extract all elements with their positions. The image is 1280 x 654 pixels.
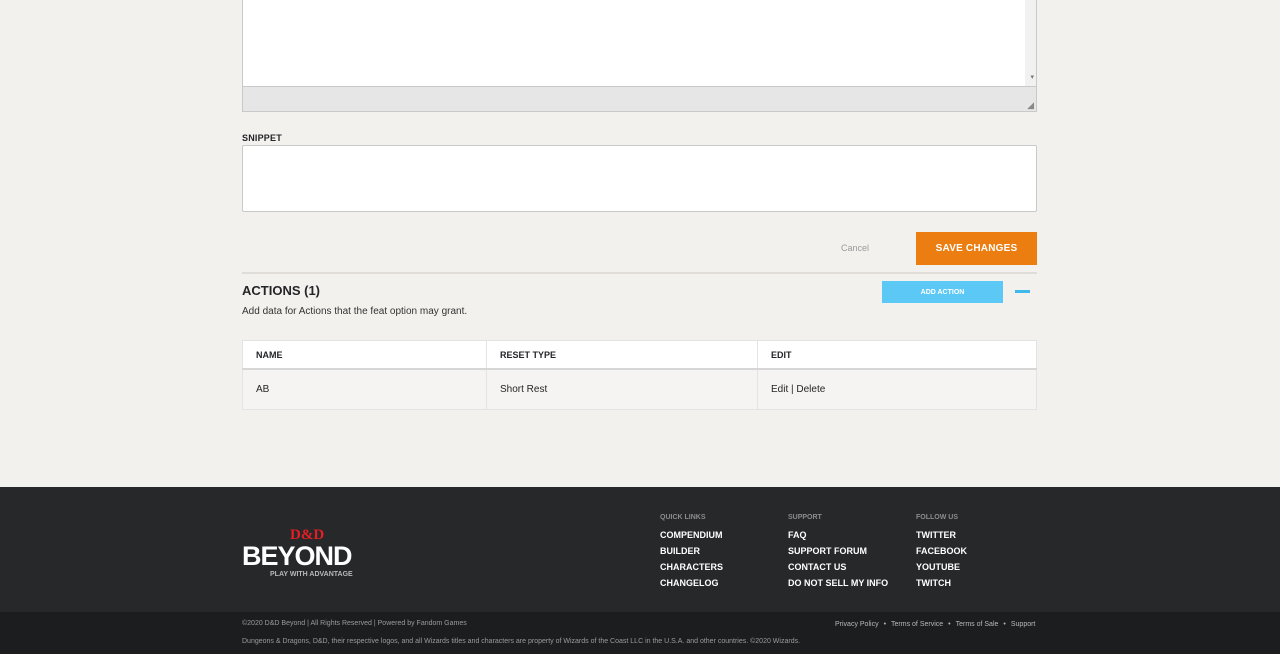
snippet-label: SNIPPET [242,133,282,143]
footer-link-faq[interactable]: FAQ [788,530,888,546]
description-editor[interactable]: ▾ [242,0,1037,87]
bullet-separator: • [948,621,951,628]
save-changes-button[interactable]: SAVE CHANGES [916,232,1037,265]
legal-text: Dungeons & Dragons, D&D, their respectiv… [242,638,801,645]
action-reset-type-cell: Short Rest [486,368,758,410]
footer-link-do-not-sell[interactable]: DO NOT SELL MY INFO [788,578,888,594]
actions-heading: ACTIONS (1) [242,283,320,298]
copyright-text: ©2020 D&D Beyond | All Rights Reserved |… [242,620,467,627]
footer-support: SUPPORT FAQ SUPPORT FORUM CONTACT US DO … [788,514,888,594]
action-edit-cell: Edit | Delete [757,368,1037,410]
terms-of-sale-link[interactable]: Terms of Sale [956,621,999,628]
column-header-name: NAME [242,340,487,370]
cancel-link[interactable]: Cancel [841,243,869,253]
editor-scrollbar[interactable]: ▾ [1025,0,1036,86]
table-header-row: NAME RESET TYPE EDIT [242,340,1037,370]
follow-us-heading: FOLLOW US [916,514,958,521]
terms-of-service-link[interactable]: Terms of Service [891,621,943,628]
delete-link[interactable]: Delete [796,384,825,395]
dnd-beyond-logo[interactable]: D&D BEYOND PLAY WITH ADVANTAGE [242,527,382,582]
collapse-minus-icon[interactable] [1015,290,1030,293]
privacy-policy-link[interactable]: Privacy Policy [835,621,879,628]
footer-link-builder[interactable]: BUILDER [660,546,723,562]
edit-link[interactable]: Edit [771,384,788,395]
editor-statusbar: ◢ [242,86,1037,112]
footer-link-facebook[interactable]: FACEBOOK [916,546,967,562]
scroll-down-icon[interactable]: ▾ [1030,74,1034,81]
bullet-separator: • [1003,621,1006,628]
action-name-cell: AB [242,368,487,410]
actions-table: NAME RESET TYPE EDIT AB Short Rest Edit … [242,340,1037,410]
add-action-button[interactable]: ADD ACTION [882,281,1003,303]
column-header-reset-type: RESET TYPE [486,340,758,370]
logo-tagline: PLAY WITH ADVANTAGE [270,571,353,578]
footer-link-twitch[interactable]: TWITCH [916,578,967,594]
footer-link-compendium[interactable]: COMPENDIUM [660,530,723,546]
site-footer [0,487,1280,612]
footer-follow-us: FOLLOW US TWITTER FACEBOOK YOUTUBE TWITC… [916,514,967,594]
support-link[interactable]: Support [1011,621,1036,628]
column-header-edit: EDIT [757,340,1037,370]
footer-quick-links: QUICK LINKS COMPENDIUM BUILDER CHARACTER… [660,514,723,594]
logo-wordmark: BEYOND [242,541,353,571]
support-heading: SUPPORT [788,514,822,521]
footer-link-changelog[interactable]: CHANGELOG [660,578,723,594]
footer-link-contact-us[interactable]: CONTACT US [788,562,888,578]
quick-links-heading: QUICK LINKS [660,514,706,521]
table-row: AB Short Rest Edit | Delete [242,368,1037,410]
footer-link-youtube[interactable]: YOUTUBE [916,562,967,578]
resize-handle-icon[interactable]: ◢ [1027,101,1034,110]
footer-link-characters[interactable]: CHARACTERS [660,562,723,578]
snippet-textarea[interactable] [242,145,1037,212]
footer-link-support-forum[interactable]: SUPPORT FORUM [788,546,888,562]
actions-description: Add data for Actions that the feat optio… [242,306,468,317]
footer-bottom-links: Privacy Policy • Terms of Service • Terms of… [835,621,1035,628]
footer-bottom-bar [0,612,1280,654]
section-divider [242,272,1037,274]
footer-link-twitter[interactable]: TWITTER [916,530,967,546]
bullet-separator: • [883,621,887,628]
